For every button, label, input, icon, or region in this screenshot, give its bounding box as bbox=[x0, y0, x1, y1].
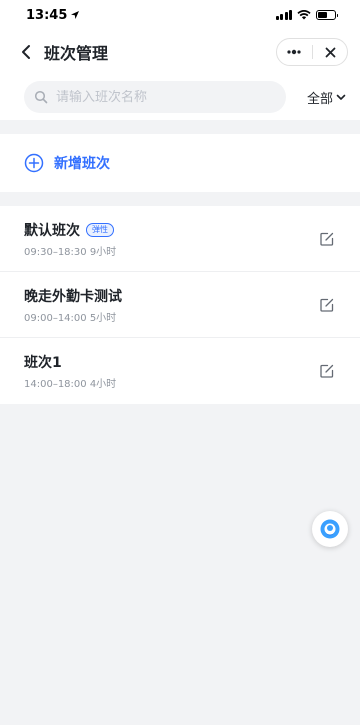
shift-list: 默认班次 弹性 09:30–18:30 9小时 晚走外勤卡测试 09:00–14… bbox=[0, 206, 360, 404]
shift-item[interactable]: 默认班次 弹性 09:30–18:30 9小时 bbox=[0, 206, 360, 272]
edit-button[interactable] bbox=[316, 294, 338, 316]
nav-left: 班次管理 bbox=[16, 40, 108, 64]
edit-icon bbox=[320, 298, 334, 312]
shift-time: 09:00–14:00 5小时 bbox=[24, 312, 117, 324]
more-icon bbox=[286, 49, 301, 55]
assistant-button[interactable] bbox=[312, 511, 348, 547]
add-shift-button[interactable]: 新增班次 bbox=[0, 134, 360, 192]
add-circle-icon bbox=[24, 153, 44, 173]
flexible-badge: 弹性 bbox=[86, 222, 114, 237]
shift-time: 09:30–18:30 9小时 bbox=[24, 246, 117, 258]
shift-info: 班次1 14:00–18:00 4小时 bbox=[24, 352, 116, 390]
location-arrow-icon bbox=[71, 11, 80, 19]
close-icon bbox=[325, 47, 336, 57]
shift-title-row: 班次1 bbox=[24, 352, 116, 372]
capsule-menu bbox=[276, 38, 348, 66]
assistant-icon bbox=[320, 519, 340, 539]
nav-bar: 班次管理 bbox=[0, 30, 360, 74]
shift-time: 14:00–18:00 4小时 bbox=[24, 379, 117, 390]
close-button[interactable] bbox=[316, 39, 346, 65]
section-gap bbox=[0, 192, 360, 206]
back-button[interactable] bbox=[16, 42, 36, 62]
chevron-down-icon bbox=[336, 94, 346, 100]
shift-name: 默认班次 bbox=[24, 222, 80, 239]
shift-title-row: 默认班次 弹性 bbox=[24, 220, 116, 240]
filter-label: 全部 bbox=[306, 91, 333, 107]
shift-name: 班次1 bbox=[24, 355, 62, 371]
page-title: 班次管理 bbox=[44, 44, 109, 63]
back-arrow-icon bbox=[22, 45, 30, 59]
shift-info: 默认班次 弹性 09:30–18:30 9小时 bbox=[24, 220, 116, 258]
edit-button[interactable] bbox=[316, 360, 338, 382]
edit-icon bbox=[320, 364, 334, 378]
shift-item[interactable]: 晚走外勤卡测试 09:00–14:00 5小时 bbox=[0, 272, 360, 338]
filter-dropdown[interactable]: 全部 bbox=[296, 88, 346, 107]
signal-icon bbox=[275, 10, 292, 20]
search-box[interactable] bbox=[24, 81, 286, 113]
wifi-icon bbox=[297, 10, 311, 20]
search-input[interactable] bbox=[56, 89, 276, 105]
status-left: 13:45 bbox=[26, 8, 80, 23]
search-icon bbox=[34, 90, 48, 104]
shift-name: 晚走外勤卡测试 bbox=[24, 288, 122, 305]
shift-item[interactable]: 班次1 14:00–18:00 4小时 bbox=[0, 338, 360, 404]
status-time: 13:45 bbox=[26, 7, 68, 23]
section-gap bbox=[0, 120, 360, 134]
shift-info: 晚走外勤卡测试 09:00–14:00 5小时 bbox=[24, 286, 122, 324]
capsule-divider bbox=[311, 45, 313, 59]
top-area: 13:45 班次管理 请输入班次名称 全部 bbox=[0, 0, 360, 120]
add-shift-label: 新增班次 bbox=[54, 156, 110, 172]
battery-icon bbox=[316, 10, 338, 20]
shift-title-row: 晚走外勤卡测试 bbox=[24, 286, 122, 306]
status-right bbox=[275, 10, 338, 20]
edit-button[interactable] bbox=[316, 228, 338, 250]
search-row: 全部 bbox=[0, 74, 360, 120]
more-button[interactable] bbox=[279, 39, 309, 65]
status-bar: 13:45 bbox=[0, 0, 360, 30]
edit-icon bbox=[320, 232, 334, 246]
